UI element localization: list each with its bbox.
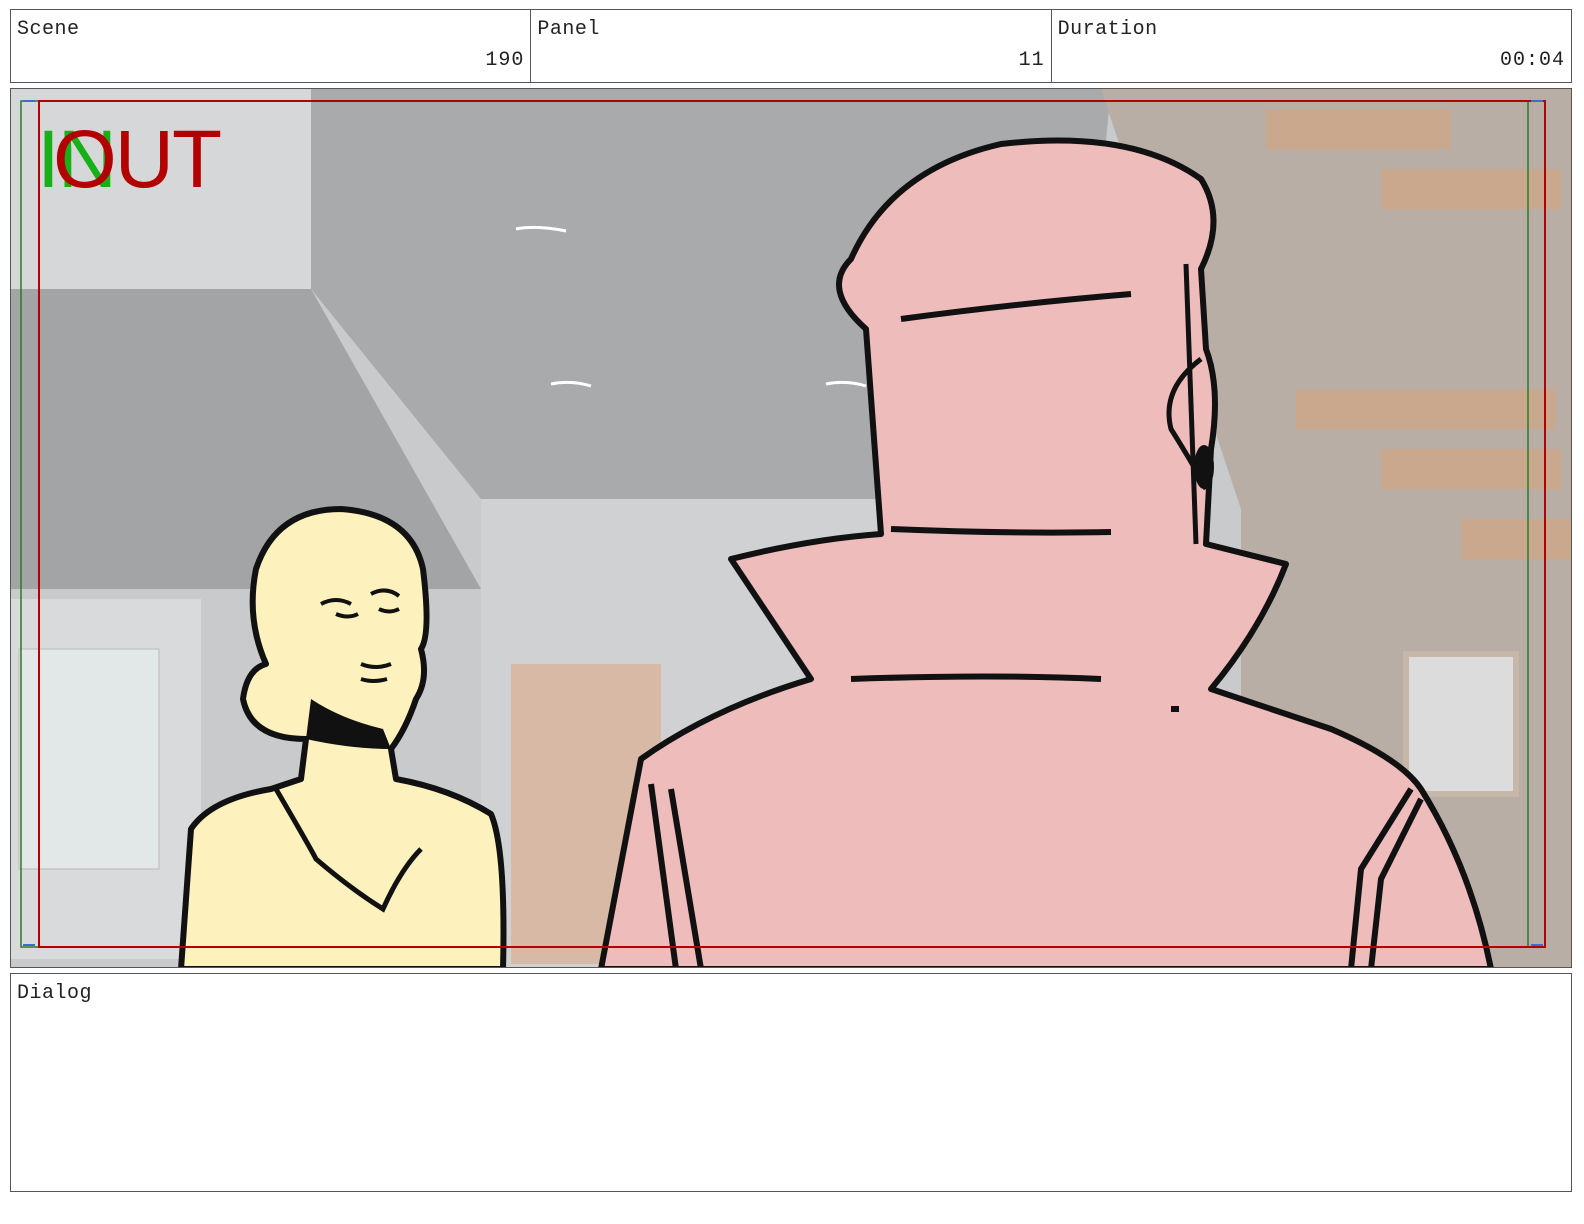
- panel-artwork: [11, 89, 1571, 967]
- panel-cell: Panel 11: [531, 10, 1052, 82]
- duration-label: Duration: [1057, 18, 1158, 41]
- wall-frame: [1403, 651, 1519, 797]
- stair-step: [1296, 389, 1556, 429]
- dialog-box[interactable]: Dialog: [10, 973, 1572, 1192]
- duration-value[interactable]: 00:04: [1500, 49, 1565, 72]
- stair-step: [1381, 169, 1561, 209]
- out-marker-text: OUT: [53, 114, 222, 205]
- storyboard-header: Scene 190 Panel 11 Duration 00:04: [10, 9, 1572, 83]
- stair-step: [1381, 449, 1561, 489]
- storyboard-panel-image[interactable]: IN OUT: [10, 88, 1572, 968]
- scene-number[interactable]: 190: [485, 49, 524, 72]
- panel-number[interactable]: 11: [1019, 49, 1045, 72]
- stair-step: [1266, 109, 1451, 149]
- stair-step: [1461, 519, 1571, 559]
- scene-cell: Scene 190: [11, 10, 532, 82]
- panel-label: Panel: [537, 18, 600, 41]
- man-earring: [1194, 445, 1214, 489]
- dialog-text[interactable]: [17, 1014, 1565, 1185]
- duration-cell: Duration 00:04: [1052, 10, 1571, 82]
- scene-label: Scene: [17, 18, 80, 41]
- dialog-label: Dialog: [17, 982, 93, 1005]
